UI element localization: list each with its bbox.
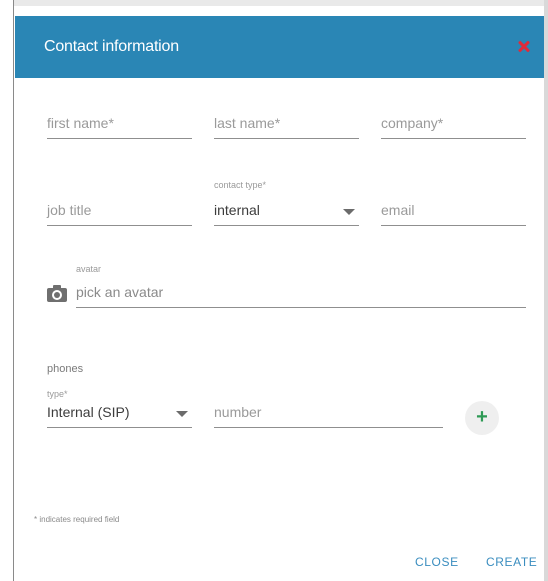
job-title-field[interactable]: job title [47, 190, 192, 226]
email-placeholder: email [381, 202, 415, 218]
company-placeholder: company* [381, 115, 444, 131]
contact-type-value: internal [214, 202, 260, 218]
required-field-note: * indicates required field [34, 515, 120, 524]
phones-section-label: phones [47, 363, 84, 375]
chevron-down-icon [176, 411, 188, 417]
avatar-field[interactable]: avatar pick an avatar [76, 264, 526, 308]
first-name-placeholder: first name* [47, 115, 114, 131]
first-name-field[interactable]: first name* [47, 106, 192, 139]
phone-number-placeholder: number [214, 404, 262, 420]
close-button[interactable]: CLOSE [415, 555, 459, 569]
add-phone-button[interactable]: + [465, 401, 499, 435]
avatar-placeholder: pick an avatar [76, 284, 164, 300]
close-icon[interactable] [514, 36, 534, 56]
create-button[interactable]: CREATE [486, 555, 537, 569]
phone-number-field[interactable]: number [214, 395, 443, 428]
window-right-edge [544, 0, 548, 581]
camera-icon[interactable] [47, 285, 67, 302]
phone-type-select[interactable]: type* Internal (SIP) [47, 389, 192, 428]
window-left-edge [0, 0, 14, 581]
avatar-label: avatar [76, 264, 102, 274]
email-field[interactable]: email [381, 190, 526, 226]
dialog-header: Contact information [15, 16, 544, 78]
plus-icon: + [476, 406, 488, 428]
last-name-placeholder: last name* [214, 115, 281, 131]
company-field[interactable]: company* [381, 106, 526, 139]
phone-type-value: Internal (SIP) [47, 404, 130, 420]
dialog-title: Contact information [44, 38, 179, 55]
chevron-down-icon [343, 209, 355, 215]
contact-dialog: Contact information first name* last nam… [15, 6, 544, 581]
job-title-placeholder: job title [47, 202, 92, 218]
last-name-field[interactable]: last name* [214, 106, 359, 139]
phone-type-label: type* [47, 389, 68, 399]
contact-type-label: contact type* [214, 180, 267, 190]
contact-type-select[interactable]: contact type* internal [214, 180, 359, 226]
